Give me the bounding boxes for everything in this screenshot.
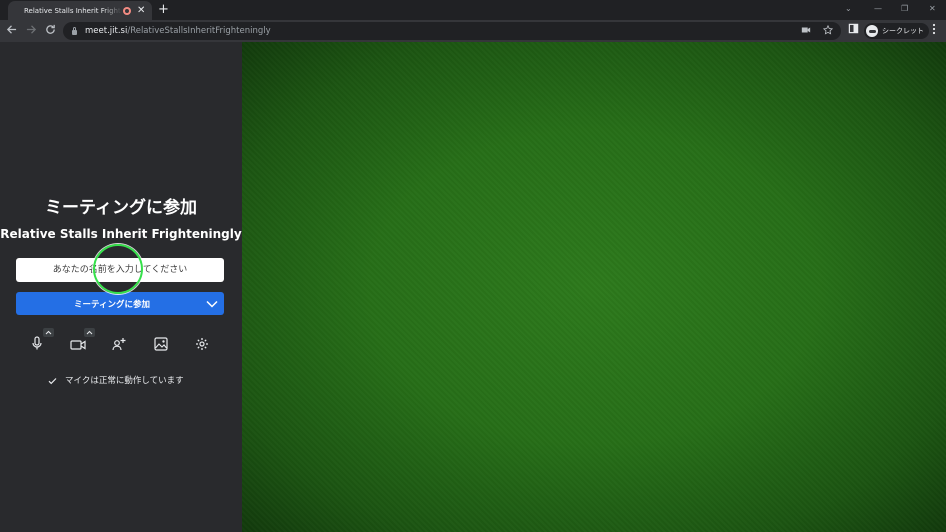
tab-strip: Relative Stalls Inherit Frighteningly ✕ … bbox=[0, 0, 946, 20]
display-name-input[interactable] bbox=[16, 258, 224, 282]
menu-icon[interactable] bbox=[932, 23, 936, 38]
browser-toolbar: meet.jit.si /RelativeStallsInheritFright… bbox=[0, 20, 946, 42]
camera-icon bbox=[70, 336, 86, 355]
check-icon bbox=[48, 370, 57, 389]
tab-title: Relative Stalls Inherit Frighteningly bbox=[24, 6, 122, 15]
tab-close-icon[interactable]: ✕ bbox=[137, 5, 145, 16]
join-meeting-button[interactable]: ミーティングに参加 bbox=[16, 292, 224, 315]
prejoin-panel bbox=[0, 42, 242, 532]
new-tab-button[interactable]: + bbox=[158, 1, 169, 19]
background-icon bbox=[154, 336, 168, 355]
join-button-label: ミーティングに参加 bbox=[74, 299, 150, 310]
invite-button[interactable] bbox=[107, 334, 131, 356]
lock-icon[interactable] bbox=[72, 26, 77, 35]
incognito-profile[interactable]: シークレット bbox=[864, 23, 929, 39]
recording-icon bbox=[123, 6, 131, 15]
background-button[interactable] bbox=[149, 334, 173, 356]
profile-label: シークレット bbox=[882, 27, 924, 35]
room-name: Relative Stalls Inherit Frighteningly bbox=[0, 227, 242, 241]
settings-icon bbox=[195, 336, 209, 355]
tab-search-icon[interactable]: ⌄ bbox=[845, 2, 852, 16]
minimize-icon[interactable]: — bbox=[874, 2, 882, 16]
url-host: meet.jit.si bbox=[85, 26, 128, 36]
microphone-button[interactable] bbox=[25, 334, 49, 356]
star-icon[interactable] bbox=[822, 24, 834, 38]
invite-icon bbox=[111, 336, 127, 355]
camera-button[interactable] bbox=[66, 334, 90, 356]
camera-indicator-icon[interactable] bbox=[801, 25, 811, 38]
video-preview bbox=[242, 42, 946, 532]
microphone-options-button[interactable] bbox=[43, 328, 54, 337]
page-title: ミーティングに参加 bbox=[45, 198, 197, 218]
camera-options-button[interactable] bbox=[84, 328, 95, 337]
side-panel-icon[interactable] bbox=[848, 23, 859, 37]
browser-tab[interactable]: Relative Stalls Inherit Frighteningly ✕ bbox=[8, 1, 152, 20]
reload-icon[interactable] bbox=[45, 24, 56, 39]
join-options-chevron-icon[interactable] bbox=[200, 292, 224, 315]
mic-status-text: マイクは正常に動作しています bbox=[65, 375, 184, 386]
window-close-icon[interactable]: ✕ bbox=[929, 2, 936, 16]
mic-status: マイクは正常に動作しています bbox=[48, 370, 184, 389]
maximize-icon[interactable]: ❐ bbox=[901, 2, 908, 16]
incognito-icon bbox=[866, 25, 878, 37]
settings-button[interactable] bbox=[190, 334, 214, 356]
microphone-icon bbox=[30, 335, 44, 355]
url-path: /RelativeStallsInheritFrighteningly bbox=[127, 26, 271, 36]
address-bar[interactable]: meet.jit.si /RelativeStallsInheritFright… bbox=[63, 22, 841, 40]
forward-icon[interactable] bbox=[26, 24, 37, 39]
back-icon[interactable] bbox=[6, 24, 17, 39]
